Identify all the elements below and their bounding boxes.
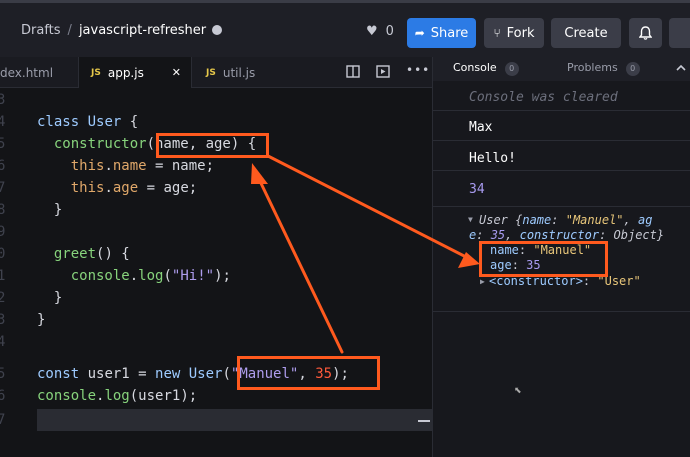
create-label: Create (564, 25, 608, 41)
chevron-up-icon[interactable] (676, 64, 686, 71)
tab-problems[interactable]: Problems 0 (567, 61, 640, 76)
console-entry: Hello! (433, 141, 690, 171)
tab-label: Problems (567, 61, 618, 74)
bell-icon (639, 26, 652, 40)
tab-label: dex.html (0, 65, 54, 80)
line-number: 3 (0, 92, 6, 108)
log-output: Hello! (469, 151, 516, 166)
line-number: 2 (0, 290, 6, 306)
console-entry: Console was cleared (433, 81, 690, 111)
code-line: } (37, 290, 63, 306)
breadcrumb: Drafts / javascript-refresher (21, 23, 223, 38)
line-number: 0 (0, 246, 6, 262)
js-file-icon: JS (91, 67, 101, 78)
breadcrumb-drafts[interactable]: Drafts (21, 23, 61, 38)
log-output: 34 (469, 182, 485, 197)
tab-util-js[interactable]: JS util.js (206, 57, 255, 88)
line-number: 5 (0, 136, 6, 152)
create-button[interactable]: Create (551, 18, 621, 48)
globe-icon (212, 25, 223, 35)
fork-icon: ⑂ (493, 26, 501, 40)
code-line: this.age = age; (70, 180, 198, 196)
line-number: 6 (0, 388, 6, 404)
count-badge: 0 (625, 62, 640, 76)
console-entry: Max (433, 111, 690, 141)
share-label: Share (430, 25, 469, 41)
tab-console[interactable]: Console 0 (453, 61, 519, 76)
expand-triangle-icon[interactable]: ▶ (480, 277, 485, 286)
code-line: } (37, 312, 46, 328)
mouse-cursor-icon: ⬉ (514, 386, 522, 396)
heart-icon: ♥ (366, 24, 378, 39)
line-number: 4 (0, 334, 6, 350)
more-options-icon[interactable]: ••• (406, 63, 430, 77)
fork-label: Fork (506, 25, 535, 41)
tab-label: app.js (107, 65, 144, 80)
console-tabs: Console 0 Problems 0 (433, 57, 690, 81)
editor-tabs: dex.html JS app.js ✕ JS util.js ••• (0, 57, 432, 88)
object-summary: User {name: "Manuel", ag (479, 213, 653, 227)
tab-index-html[interactable]: dex.html (0, 57, 53, 88)
console-entry: 34 (433, 171, 690, 207)
share-button[interactable]: ➦ Share (407, 18, 476, 48)
code-line: greet() { (53, 246, 130, 262)
breadcrumb-separator: / (67, 23, 72, 38)
log-output: Max (469, 120, 493, 135)
like-button[interactable]: ♥ 0 (366, 24, 394, 39)
tab-app-js[interactable]: JS app.js ✕ (78, 57, 192, 88)
split-layout-icon[interactable] (346, 65, 360, 78)
notifications-button[interactable] (629, 18, 662, 48)
line-number: 4 (0, 114, 6, 130)
js-file-icon: JS (206, 67, 216, 78)
code-line: console.log("Hi!"); (70, 268, 231, 284)
line-number: 1 (0, 268, 6, 284)
line-number: 9 (0, 224, 6, 240)
code-line: class User { (37, 114, 139, 130)
highlight-object-props (479, 241, 608, 277)
highlight-constructor-params (156, 133, 269, 158)
object-summary-wrap: e: 35, constructor: Object} (469, 228, 665, 242)
line-number: 8 (0, 202, 6, 218)
share-icon: ➦ (414, 26, 425, 40)
code-line: console.log(user1); (37, 388, 198, 404)
tab-label: Console (453, 61, 497, 74)
line-number: 7 (0, 180, 6, 196)
code-line: } (37, 202, 63, 218)
top-bar: Drafts / javascript-refresher ♥ 0 ➦ Share ⑂ F… (0, 0, 690, 57)
expand-triangle-icon[interactable]: ▼ (468, 215, 473, 224)
line-number: 6 (0, 158, 6, 174)
fork-button[interactable]: ⑂ Fork (484, 18, 544, 48)
preview-icon[interactable] (376, 65, 390, 78)
cleared-message: Console was cleared (469, 90, 618, 105)
tab-label: util.js (222, 65, 256, 80)
line-number: 7 (0, 412, 6, 428)
line-number: 5 (0, 366, 6, 382)
close-icon[interactable]: ✕ (172, 66, 181, 79)
line-number: 3 (0, 312, 6, 328)
user-menu-button[interactable] (669, 18, 690, 48)
project-name[interactable]: javascript-refresher (79, 23, 206, 38)
code-line: this.name = name; (70, 158, 215, 174)
like-count: 0 (385, 24, 394, 39)
highlight-constructor-call (237, 356, 380, 390)
count-badge: 0 (504, 62, 519, 76)
